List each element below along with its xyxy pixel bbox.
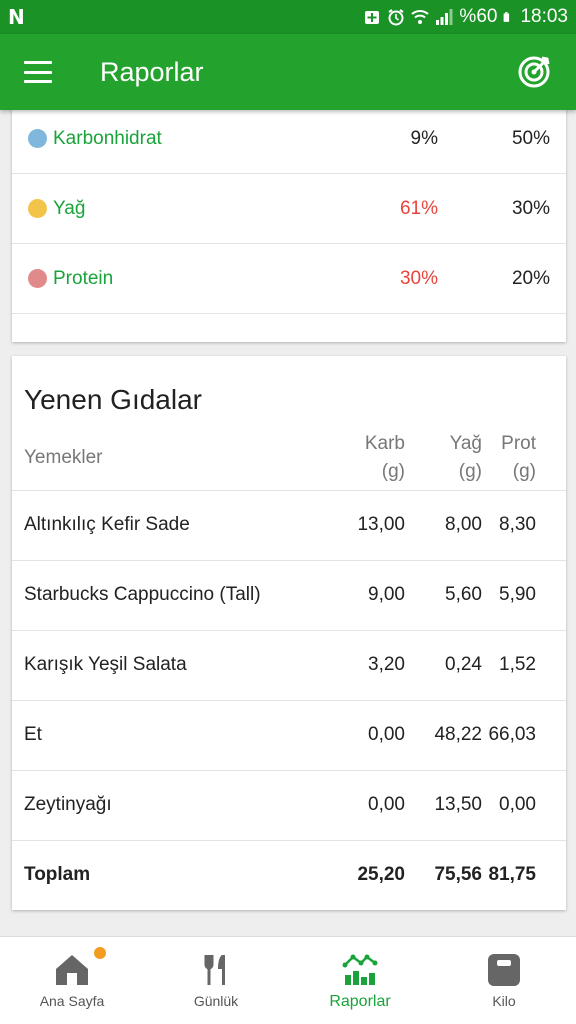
food-fat: 0,24 (405, 630, 482, 701)
table-row[interactable]: Et 0,00 48,22 66,03 (12, 700, 566, 771)
battery-icon (504, 12, 510, 22)
macro-target-percent: 20% (511, 267, 550, 289)
battery-percent: %60 (459, 6, 498, 27)
nav-label: Kilo (492, 993, 516, 1009)
macro-actual-percent: 61% (399, 197, 438, 219)
bar-chart-icon (342, 954, 378, 985)
macro-row-karbonhidrat: Karbonhidrat 9% 50% (12, 104, 566, 174)
notification-badge (94, 947, 106, 959)
food-carb: 0,00 (315, 700, 405, 771)
table-total-row: Toplam 25,20 75,56 81,75 (12, 840, 566, 910)
nav-label: Raporlar (329, 993, 391, 1010)
fork-knife-icon (204, 955, 225, 985)
hamburger-menu-icon[interactable] (24, 61, 52, 83)
notification-app-icon: N (8, 5, 25, 29)
food-fat: 13,50 (405, 770, 482, 841)
table-row[interactable]: Karışık Yeşil Salata 3,20 0,24 1,52 (12, 630, 566, 701)
header-protein: Prot (g) (482, 426, 566, 491)
macro-name: Karbonhidrat (53, 127, 162, 149)
food-protein: 1,52 (482, 630, 566, 701)
status-icons: %60 18:03 (363, 6, 568, 28)
nav-item-kilo[interactable]: Kilo (432, 937, 576, 1024)
header-fat: Yağ (g) (405, 426, 482, 491)
eaten-foods-title: Yenen Gıdalar (24, 384, 202, 415)
signal-icon (436, 9, 453, 25)
nav-item-ana-sayfa[interactable]: Ana Sayfa (0, 937, 144, 1024)
food-fat: 8,00 (405, 490, 482, 561)
food-protein: 5,90 (482, 560, 566, 631)
total-fat: 75,56 (434, 864, 482, 886)
home-icon (56, 955, 88, 985)
food-name: Starbucks Cappuccino (Tall) (12, 560, 315, 631)
macro-actual-percent: 30% (399, 267, 438, 289)
scale-icon (488, 954, 520, 986)
food-protein: 8,30 (482, 490, 566, 561)
protein-color-dot (28, 269, 47, 288)
table-row[interactable]: Zeytinyağı 0,00 13,50 0,00 (12, 770, 566, 841)
macro-summary-card: Karbonhidrat 9% 50% Yağ 61% 30% Protein … (12, 104, 566, 342)
table-row[interactable]: Starbucks Cappuccino (Tall) 9,00 5,60 5,… (12, 560, 566, 631)
macro-name: Yağ (53, 197, 86, 219)
total-label: Toplam (24, 864, 91, 886)
macro-row-protein: Protein 30% 20% (12, 244, 566, 314)
nav-label: Günlük (193, 993, 239, 1009)
bottom-navigation: Ana Sayfa Günlük Raporlar Kilo (0, 936, 576, 1024)
fat-color-dot (28, 199, 47, 218)
target-icon[interactable] (516, 54, 552, 90)
total-protein: 81,75 (488, 864, 536, 886)
header-foods: Yemekler (12, 426, 315, 491)
food-protein: 66,03 (482, 700, 566, 771)
nav-label: Ana Sayfa (39, 993, 105, 1009)
macro-target-percent: 30% (511, 197, 550, 219)
macro-actual-percent: 9% (410, 127, 438, 149)
eaten-foods-card: Yenen Gıdalar Yemekler Karb (g) Yağ (g) Pr… (12, 356, 566, 910)
food-name: Karışık Yeşil Salata (12, 630, 315, 701)
eaten-foods-table: Yemekler Karb (g) Yağ (g) Prot (g) Altınkıl… (12, 426, 566, 910)
status-bar: N %60 18:03 (0, 0, 576, 34)
carb-color-dot (28, 129, 47, 148)
wifi-icon (411, 10, 430, 24)
food-fat: 5,60 (405, 560, 482, 631)
food-fat: 48,22 (405, 700, 482, 771)
food-carb: 0,00 (315, 770, 405, 841)
table-header-row: Yemekler Karb (g) Yağ (g) Prot (g) (12, 426, 566, 491)
nav-item-raporlar[interactable]: Raporlar (288, 937, 432, 1024)
food-name: Altınkılıç Kefir Sade (12, 490, 315, 561)
macro-name: Protein (53, 267, 114, 289)
macro-target-percent: 50% (511, 127, 550, 149)
status-time: 18:03 (520, 6, 568, 27)
medical-icon (365, 11, 380, 24)
header-carb: Karb (g) (315, 426, 405, 491)
food-name: Et (12, 700, 315, 771)
food-name: Zeytinyağı (12, 770, 315, 841)
food-protein: 0,00 (482, 770, 566, 841)
nav-item-gunluk[interactable]: Günlük (144, 937, 288, 1024)
food-carb: 3,20 (315, 630, 405, 701)
table-row[interactable]: Altınkılıç Kefir Sade 13,00 8,00 8,30 (12, 490, 566, 561)
macro-row-yag: Yağ 61% 30% (12, 174, 566, 244)
food-carb: 13,00 (315, 490, 405, 561)
app-bar: Raporlar (0, 34, 576, 110)
food-carb: 9,00 (315, 560, 405, 631)
total-carb: 25,20 (357, 864, 405, 886)
page-title: Raporlar (100, 56, 204, 87)
alarm-icon (388, 9, 404, 26)
